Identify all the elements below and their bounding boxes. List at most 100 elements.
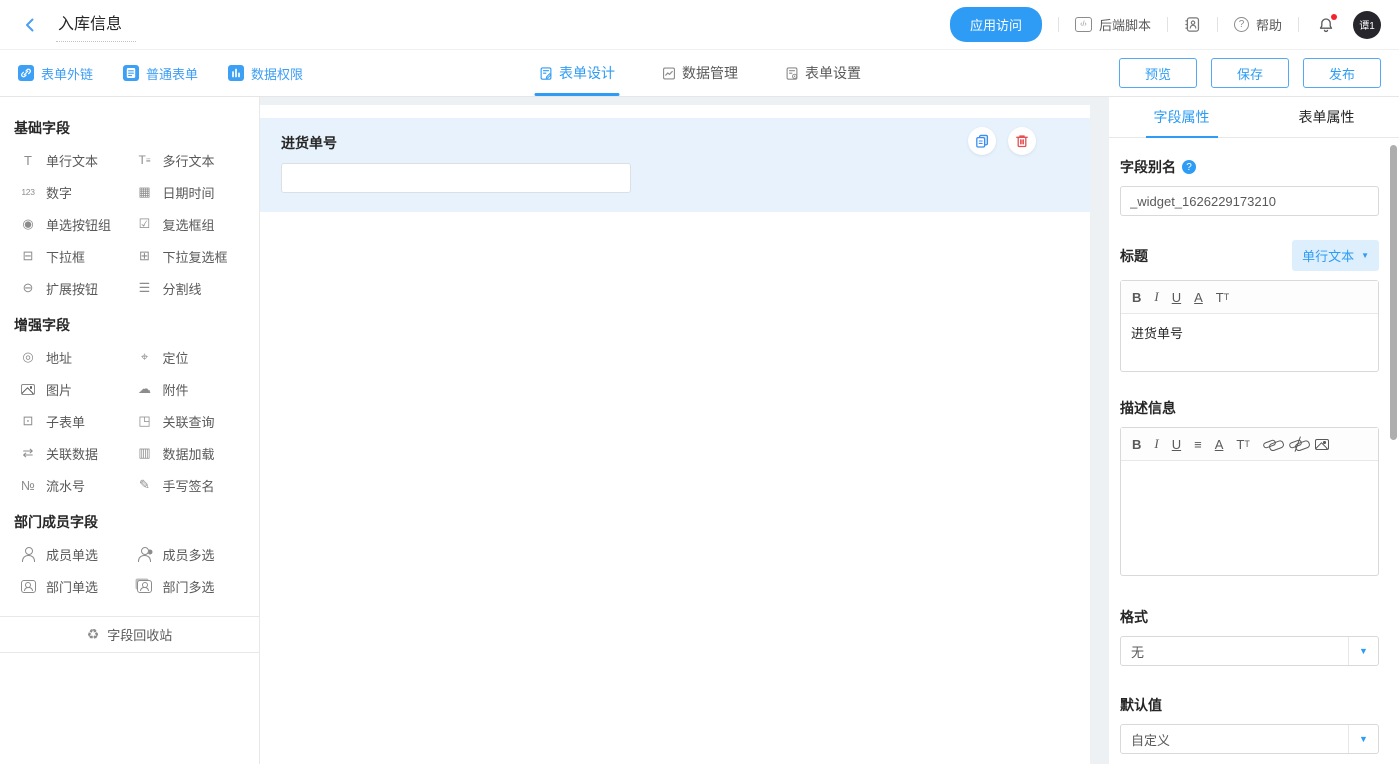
palette-item-linked-data[interactable]: ⇄关联数据 xyxy=(14,437,131,469)
multi-line-text-icon: T≡ xyxy=(135,153,155,167)
copy-field-button[interactable] xyxy=(968,127,996,155)
app-access-button[interactable]: 应用访问 xyxy=(950,7,1042,42)
tab-field-properties[interactable]: 字段属性 xyxy=(1109,97,1254,137)
help-button[interactable]: ? 帮助 xyxy=(1234,15,1282,34)
avatar[interactable]: 谭1 xyxy=(1353,11,1381,39)
bold-icon[interactable]: B xyxy=(1132,437,1141,452)
color-icon[interactable]: A xyxy=(1215,437,1224,452)
plain-form-button[interactable]: 普通表单 xyxy=(123,64,198,83)
palette-item-multi-line-text[interactable]: T≡多行文本 xyxy=(131,144,248,176)
italic-icon[interactable]: I xyxy=(1154,289,1158,305)
form-canvas[interactable]: 进货单号 xyxy=(260,105,1090,764)
data-permission-icon xyxy=(228,65,244,81)
palette-item-label: 流水号 xyxy=(46,476,85,495)
copy-icon xyxy=(974,133,990,149)
palette-item-dept-multi[interactable]: 部门多选 xyxy=(131,570,248,602)
link-icon[interactable] xyxy=(1263,441,1276,447)
palette-item-location[interactable]: ⌖定位 xyxy=(131,341,248,373)
multi-select-icon: ⊞ xyxy=(135,248,155,264)
palette-item-subform[interactable]: ⊡子表单 xyxy=(14,405,131,437)
selected-field-card[interactable]: 进货单号 xyxy=(260,118,1090,212)
save-button[interactable]: 保存 xyxy=(1211,58,1289,88)
image-icon xyxy=(18,384,38,395)
palette-item-member-single[interactable]: 成员单选 xyxy=(14,538,131,570)
tab-data-manage[interactable]: 数据管理 xyxy=(661,50,738,96)
toolbar-links: 表单外链 普通表单 数据权限 xyxy=(18,64,303,83)
desc-editor-body[interactable] xyxy=(1121,461,1378,575)
palette-item-select[interactable]: ⊟下拉框 xyxy=(14,240,131,272)
palette-item-divider[interactable]: ☰分割线 xyxy=(131,272,248,304)
title-editor-body[interactable]: 进货单号 xyxy=(1121,314,1378,371)
default-value-select[interactable]: 自定义 ▼ xyxy=(1120,724,1379,754)
palette-item-image[interactable]: 图片 xyxy=(14,373,131,405)
palette-item-linked-query[interactable]: ◳关联查询 xyxy=(131,405,248,437)
recycle-label: 字段回收站 xyxy=(107,625,172,644)
inspector-panel: 字段属性 表单属性 字段别名 ? 标题 单行文本 ▼ BIUATT 进货单号 描… xyxy=(1109,97,1399,764)
palette-section-title: 基础字段 xyxy=(14,118,247,138)
size-icon[interactable]: TT xyxy=(1236,437,1249,452)
underline-icon[interactable]: U xyxy=(1172,290,1181,305)
palette-item-member-multi[interactable]: 成员多选 xyxy=(131,538,248,570)
palette-item-label: 分割线 xyxy=(163,279,202,298)
dept-multi-icon xyxy=(135,580,155,593)
location-icon: ⌖ xyxy=(135,349,155,365)
help-circle-icon[interactable]: ? xyxy=(1182,160,1196,174)
palette-item-checkbox-group[interactable]: ☑复选框组 xyxy=(131,208,248,240)
publish-button[interactable]: 发布 xyxy=(1303,58,1381,88)
palette-item-label: 成员单选 xyxy=(46,545,98,564)
external-link-button[interactable]: 表单外链 xyxy=(18,64,93,83)
palette-item-signature[interactable]: ✎手写签名 xyxy=(131,469,248,501)
linked-query-icon: ◳ xyxy=(135,413,155,429)
default-label: 默认值 xyxy=(1120,695,1379,715)
tab-form-design[interactable]: 表单设计 xyxy=(538,50,615,96)
palette-item-extend-button[interactable]: ⊖扩展按钮 xyxy=(14,272,131,304)
palette-item-data-load[interactable]: ▥数据加载 xyxy=(131,437,248,469)
data-permission-button[interactable]: 数据权限 xyxy=(228,64,303,83)
palette-item-serial-number[interactable]: №流水号 xyxy=(14,469,131,501)
bold-icon[interactable]: B xyxy=(1132,290,1141,305)
attachment-icon: ☁ xyxy=(135,381,155,397)
canvas-wrap: 进货单号 xyxy=(260,97,1109,764)
field-type-dropdown[interactable]: 单行文本 ▼ xyxy=(1292,240,1379,271)
preview-button[interactable]: 预览 xyxy=(1119,58,1197,88)
back-button[interactable] xyxy=(18,13,42,37)
palette-item-attachment[interactable]: ☁附件 xyxy=(131,373,248,405)
backend-script-button[interactable]: ‹/› 后端脚本 xyxy=(1075,15,1151,34)
tab-form-properties[interactable]: 表单属性 xyxy=(1254,97,1399,137)
italic-icon[interactable]: I xyxy=(1154,436,1158,452)
format-select[interactable]: 无 ▼ xyxy=(1120,636,1379,666)
palette-item-single-line-text[interactable]: T单行文本 xyxy=(14,144,131,176)
size-icon[interactable]: TT xyxy=(1216,290,1229,305)
notification-dot xyxy=(1331,14,1337,20)
dept-single-icon xyxy=(18,580,38,593)
image-icon[interactable] xyxy=(1315,439,1329,450)
align-icon[interactable]: ≡ xyxy=(1194,437,1202,452)
field-recycle-bin-button[interactable]: ♻ 字段回收站 xyxy=(0,616,259,653)
field-text-input[interactable] xyxy=(281,163,631,193)
notification-bell-icon[interactable] xyxy=(1317,16,1335,34)
desc-editor-toolbar: BIU ≡ A TT xyxy=(1121,428,1378,461)
desc-editor: BIU ≡ A TT xyxy=(1120,427,1379,576)
palette-item-address[interactable]: ◎地址 xyxy=(14,341,131,373)
chevron-left-icon xyxy=(21,16,39,34)
scrollbar-thumb[interactable] xyxy=(1390,145,1397,440)
underline-icon[interactable]: U xyxy=(1172,437,1181,452)
checkbox-group-icon: ☑ xyxy=(135,216,155,232)
help-label: 帮助 xyxy=(1256,15,1282,34)
palette-item-dept-single[interactable]: 部门单选 xyxy=(14,570,131,602)
palette-item-radio-group[interactable]: ◉单选按钮组 xyxy=(14,208,131,240)
radio-group-icon: ◉ xyxy=(18,216,38,232)
color-icon[interactable]: A xyxy=(1194,290,1203,305)
palette-item-number[interactable]: 123数字 xyxy=(14,176,131,208)
alias-input[interactable] xyxy=(1120,186,1379,216)
palette-item-multi-select[interactable]: ⊞下拉复选框 xyxy=(131,240,248,272)
contacts-button[interactable] xyxy=(1184,16,1201,33)
data-manage-icon xyxy=(661,66,676,81)
page-title[interactable]: 入库信息 xyxy=(56,7,136,42)
palette-item-datetime[interactable]: ▦日期时间 xyxy=(131,176,248,208)
palette-item-label: 部门单选 xyxy=(46,577,98,596)
delete-field-button[interactable] xyxy=(1008,127,1036,155)
tab-form-settings[interactable]: 表单设置 xyxy=(784,50,861,96)
palette-section-title: 增强字段 xyxy=(14,315,247,335)
unlink-icon[interactable] xyxy=(1289,441,1302,447)
